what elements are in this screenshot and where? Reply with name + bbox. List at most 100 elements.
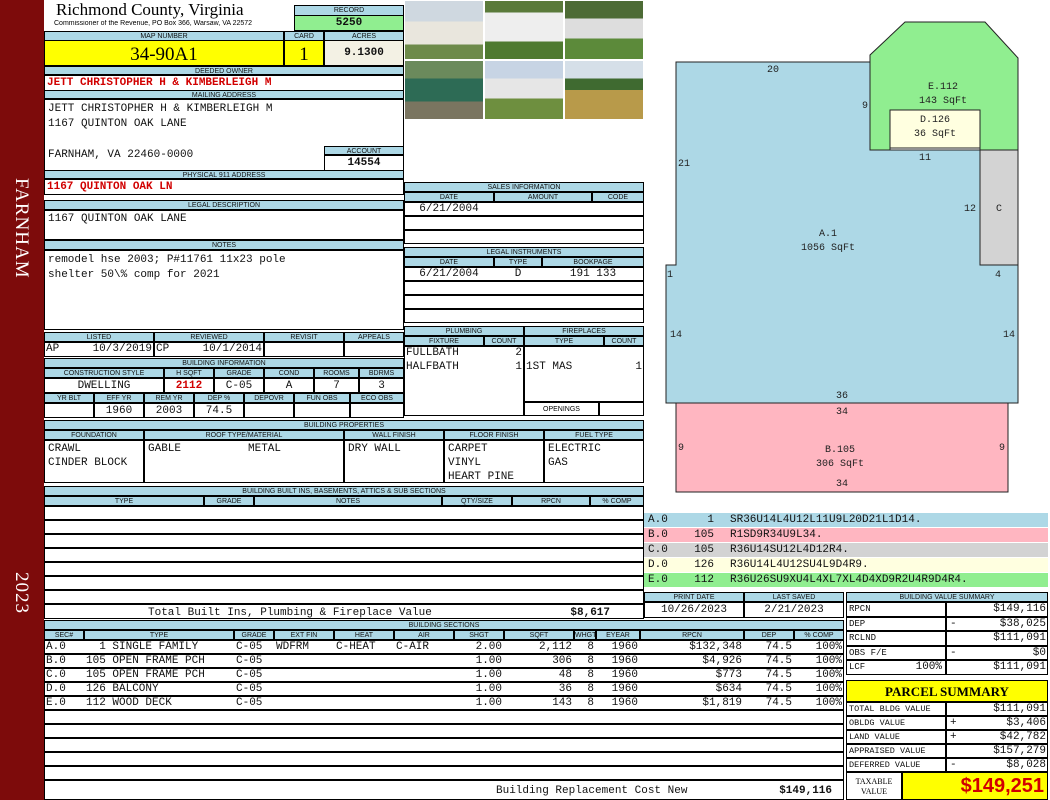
- photo-sign[interactable]: [404, 60, 484, 120]
- floor-finish-value: CARPET: [448, 443, 488, 455]
- column-header: REVISIT: [264, 332, 344, 342]
- photo-house-side[interactable]: [564, 0, 644, 60]
- column-header: HEAT: [334, 630, 394, 640]
- sales-cell: [494, 230, 592, 244]
- instrument-cell: D: [514, 268, 522, 280]
- section-cell: [334, 668, 394, 682]
- reviewed-date: 10/1/2014: [202, 343, 262, 355]
- photo-house-front[interactable]: [484, 0, 564, 60]
- column-header: FLOOR FINISH: [444, 430, 544, 440]
- builtins-total-value: $8,617: [570, 607, 610, 619]
- sketch-area-a: 1056 SqFt: [801, 243, 855, 254]
- column-header: TYPE: [524, 336, 604, 346]
- section-cell: [334, 682, 394, 696]
- sketch-dimension: 1: [667, 270, 673, 281]
- value-summary-value: $38,025: [999, 617, 1046, 630]
- builtin-row: [44, 506, 644, 520]
- print-date-label: PRINT DATE: [644, 592, 744, 602]
- column-header: DEP: [744, 630, 794, 640]
- section-cell: WDFRM: [276, 641, 310, 653]
- column-header: EFF YR: [94, 393, 144, 403]
- section-cell: C.0: [46, 669, 66, 681]
- building-info-value: 3: [359, 378, 404, 393]
- plumbing-fixture: [404, 388, 484, 402]
- column-header: QTY/SIZE: [442, 496, 512, 506]
- column-header: FOUNDATION: [44, 430, 144, 440]
- foundation-value: CINDER BLOCK: [48, 457, 128, 469]
- sketch-dimension: 34: [836, 479, 848, 490]
- section-cell: E.0: [46, 697, 66, 709]
- section-cell: 1.00: [475, 697, 502, 709]
- column-header: EXT FIN: [274, 630, 334, 640]
- note-line: remodel hse 2003; P#11761 11x23 pole: [48, 254, 286, 266]
- plumbing-fixture: FULLBATH: [406, 347, 459, 359]
- building-info-value: A: [264, 378, 314, 393]
- section-cell: 100%: [815, 683, 842, 695]
- sales-cell: [592, 216, 644, 230]
- column-header: TYPE: [494, 257, 542, 267]
- section-cell: 112 WOOD DECK: [86, 697, 172, 709]
- review-cell: [264, 342, 344, 357]
- instrument-cell: [542, 281, 644, 295]
- instrument-cell: 191 133: [569, 268, 617, 280]
- sales-cell: [494, 216, 592, 230]
- section-cell: [274, 668, 334, 682]
- fireplaces-label: FIREPLACES: [524, 326, 644, 336]
- section-cell: [334, 696, 394, 710]
- listed-by: AP: [46, 343, 60, 355]
- floor-finish-value: VINYL: [448, 457, 482, 469]
- column-header: COUNT: [604, 336, 644, 346]
- section-cell: 8: [587, 655, 594, 667]
- section-cell: 2.00: [475, 641, 502, 653]
- foundation-value: CRAWL: [48, 443, 82, 455]
- photo-house-rear[interactable]: [484, 60, 564, 120]
- legend-path: SR36U14L4U12L11U9L20D21L1D14.: [730, 514, 922, 526]
- parcel-summary-value: $3,406: [1006, 717, 1046, 729]
- column-header: COUNT: [484, 336, 524, 346]
- wall-finish-value: DRY WALL: [348, 443, 401, 455]
- section-cell: $4,926: [702, 655, 742, 667]
- value-summary-value: $111,091: [993, 632, 1046, 644]
- instrument-cell: 6/21/2004: [419, 268, 479, 280]
- instrument-cell: [404, 309, 494, 323]
- column-header: FUEL TYPE: [544, 430, 644, 440]
- section-cell: [274, 682, 334, 696]
- section-cell: 126 BALCONY: [86, 683, 159, 695]
- photo-shed[interactable]: [404, 0, 484, 60]
- parcel-summary-value: $8,028: [1006, 759, 1046, 771]
- card-number: 1: [284, 40, 324, 66]
- legend-code: 105: [694, 544, 714, 556]
- listed-date: 10/3/2019: [92, 343, 152, 355]
- photo-field[interactable]: [564, 60, 644, 120]
- instrument-cell: [494, 281, 542, 295]
- sales-cell: [494, 202, 592, 216]
- legend-path: R36U26SU9XU4L4XL7XL4D4XD9R2U4R9D4R4.: [730, 574, 968, 586]
- building-info-value: 1960: [94, 403, 144, 418]
- section-cell: 105 OPEN FRAME PCH: [86, 669, 205, 681]
- sketch-dimension: 36: [836, 391, 848, 402]
- value-summary-extra: [880, 602, 944, 617]
- column-header: ROOMS: [314, 368, 359, 378]
- section-cell: 100%: [815, 655, 842, 667]
- column-header: H SQFT: [164, 368, 214, 378]
- sketch-dimension: 20: [767, 65, 779, 76]
- sales-cell: [592, 230, 644, 244]
- building-info-value: [44, 403, 94, 418]
- sketch-label-a: A.1: [819, 229, 837, 240]
- fireplace-count: 1: [635, 361, 642, 373]
- section-cell: C-HEAT: [336, 641, 376, 653]
- legal-description-label: LEGAL DESCRIPTION: [44, 200, 404, 210]
- building-properties-label: BUILDING PROPERTIES: [44, 420, 644, 430]
- building-info-value: DWELLING: [44, 378, 164, 393]
- section-cell: [394, 682, 454, 696]
- instrument-cell: [404, 281, 494, 295]
- section-cell: 8: [587, 641, 594, 653]
- sketch-label-c: C: [996, 204, 1002, 215]
- section-cell: 36: [558, 683, 572, 695]
- section-cell: 1960: [611, 669, 638, 681]
- legend-path: R36U14SU12L4D12R4.: [730, 544, 849, 556]
- value-summary-label: BUILDING VALUE SUMMARY: [846, 592, 1048, 602]
- section-cell: D.0: [46, 683, 66, 695]
- print-date: 10/26/2023: [644, 602, 744, 618]
- column-header: DEPOVR: [244, 393, 294, 403]
